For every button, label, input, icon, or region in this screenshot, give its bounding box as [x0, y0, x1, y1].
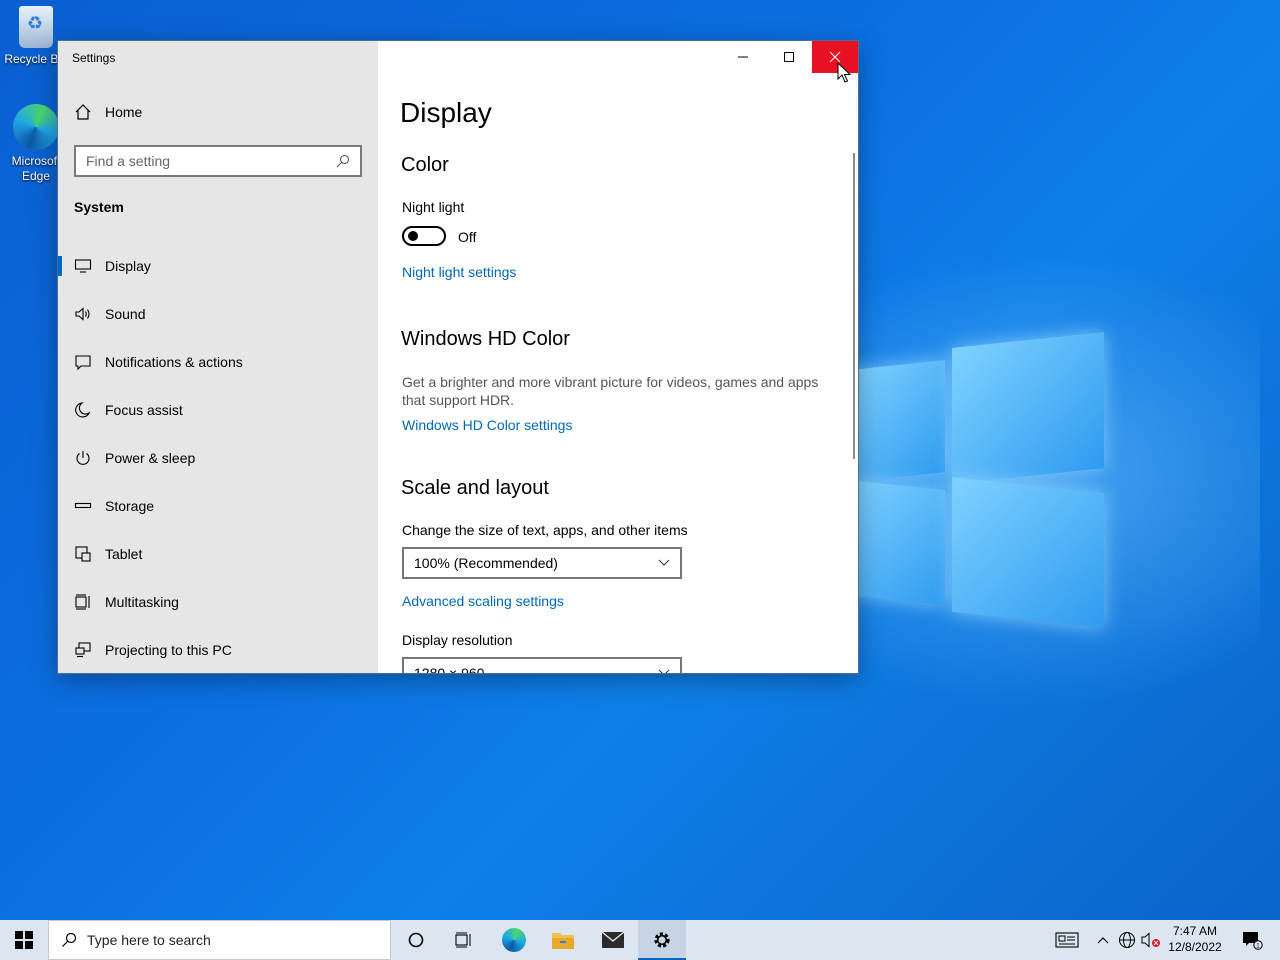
projecting-icon	[75, 642, 91, 658]
advanced-scaling-link[interactable]: Advanced scaling settings	[402, 593, 564, 609]
mail-icon	[601, 931, 625, 948]
multitasking-icon	[75, 594, 90, 610]
news-icon	[1055, 932, 1079, 948]
settings-taskbar-button[interactable]	[638, 920, 686, 960]
hd-color-description: Get a brighter and more vibrant picture …	[402, 374, 819, 408]
storage-icon	[74, 502, 92, 509]
sidebar-item-storage[interactable]: Storage	[58, 482, 378, 530]
sidebar-item-focus-assist[interactable]: Focus assist	[58, 386, 378, 434]
globe-icon	[1119, 932, 1135, 948]
edge-icon	[13, 104, 59, 150]
chevron-up-icon	[1097, 937, 1109, 944]
sidebar-item-label: Sound	[105, 306, 146, 322]
gear-icon	[654, 932, 670, 948]
task-view-icon	[455, 932, 471, 948]
sidebar-item-label: Notifications & actions	[105, 354, 243, 370]
taskbar: Type here to search 7:47 AM 12/8/2022 1	[0, 920, 1280, 960]
scrollbar[interactable]	[853, 153, 855, 459]
scale-dropdown[interactable]: 100% (Recommended)	[402, 547, 682, 579]
scale-label: Change the size of text, apps, and other…	[402, 522, 688, 538]
sidebar-item-notifications[interactable]: Notifications & actions	[58, 338, 378, 386]
home-nav-item[interactable]: Home	[74, 103, 142, 121]
moon-icon	[75, 402, 91, 418]
home-label: Home	[105, 104, 143, 120]
search-placeholder: Find a setting	[86, 153, 171, 169]
sidebar-item-multitasking[interactable]: Multitasking	[58, 578, 378, 626]
search-icon	[336, 154, 350, 168]
sidebar-item-label: Multitasking	[105, 594, 179, 610]
clock-time: 7:47 AM	[1172, 924, 1218, 938]
task-view-button[interactable]	[440, 920, 488, 960]
page-title: Display	[400, 97, 492, 128]
color-heading: Color	[401, 154, 449, 176]
sidebar-item-sound[interactable]: Sound	[58, 290, 378, 338]
start-button[interactable]	[0, 920, 48, 960]
scale-layout-heading: Scale and layout	[401, 477, 549, 499]
notification-icon: 1	[1243, 932, 1263, 950]
hd-color-heading: Windows HD Color	[401, 328, 570, 350]
sidebar-item-label: Projecting to this PC	[105, 642, 232, 658]
folder-icon	[552, 933, 574, 949]
sidebar-nav: Display Sound Notifications & actions Fo…	[58, 242, 378, 673]
resolution-label: Display resolution	[402, 632, 513, 648]
cortana-icon	[408, 932, 424, 948]
settings-sidebar: Settings Home Find a setting System Disp…	[58, 41, 378, 673]
taskbar-clock[interactable]: 7:47 AM 12/8/2022	[1164, 923, 1226, 955]
news-widget-button[interactable]	[1050, 920, 1084, 960]
sidebar-item-display[interactable]: Display	[58, 242, 378, 290]
message-icon	[75, 355, 91, 371]
mail-button[interactable]	[589, 920, 637, 960]
sidebar-item-label: Focus assist	[105, 402, 183, 418]
resolution-dropdown[interactable]: 1280 × 960	[402, 657, 682, 673]
resolution-value: 1280 × 960	[414, 665, 485, 673]
taskbar-search-box[interactable]: Type here to search	[48, 920, 391, 960]
night-light-state: Off	[458, 229, 477, 245]
recycle-bin-icon	[19, 6, 53, 48]
window-title: Settings	[72, 51, 116, 65]
maximize-button[interactable]	[766, 41, 812, 73]
taskbar-search-placeholder: Type here to search	[87, 932, 211, 948]
speaker-muted-icon	[1141, 932, 1160, 948]
monitor-icon	[74, 259, 92, 273]
windows-start-icon	[15, 931, 33, 949]
minimize-button[interactable]	[720, 41, 766, 73]
toggle-knob	[408, 231, 418, 241]
sidebar-item-label: Display	[105, 258, 151, 274]
action-center-button[interactable]: 1	[1232, 920, 1272, 960]
sidebar-item-label: Storage	[105, 498, 155, 514]
edge-icon	[502, 928, 526, 952]
maximize-icon	[784, 52, 794, 62]
find-setting-input[interactable]: Find a setting	[74, 145, 362, 177]
file-explorer-button[interactable]	[539, 920, 587, 960]
show-hidden-icons-button[interactable]	[1092, 920, 1114, 960]
chevron-down-icon	[658, 559, 670, 566]
volume-button[interactable]	[1139, 920, 1163, 960]
settings-content: Display Color Night light Off Night ligh…	[378, 41, 858, 673]
network-button[interactable]	[1116, 920, 1138, 960]
speaker-icon	[75, 307, 90, 321]
sidebar-item-label: Tablet	[105, 546, 143, 562]
night-light-settings-link[interactable]: Night light settings	[402, 264, 516, 280]
section-heading: System	[74, 199, 124, 215]
night-light-toggle[interactable]	[402, 226, 446, 246]
clock-date: 12/8/2022	[1168, 940, 1222, 954]
night-light-label: Night light	[402, 199, 465, 215]
sidebar-item-tablet[interactable]: Tablet	[58, 530, 378, 578]
search-icon	[62, 932, 77, 947]
close-button[interactable]	[812, 41, 858, 73]
sidebar-item-label: Power & sleep	[105, 450, 196, 466]
settings-window: Settings Home Find a setting System Disp…	[58, 41, 858, 673]
sidebar-item-projecting[interactable]: Projecting to this PC	[58, 626, 378, 673]
scale-value: 100% (Recommended)	[414, 555, 558, 571]
cortana-button[interactable]	[392, 920, 440, 960]
tablet-icon	[75, 546, 91, 562]
minimize-icon	[738, 56, 748, 58]
edge-taskbar-button[interactable]	[490, 920, 538, 960]
mouse-cursor-icon	[837, 62, 851, 83]
sidebar-item-power-sleep[interactable]: Power & sleep	[58, 434, 378, 482]
home-icon	[75, 104, 91, 120]
hd-color-settings-link[interactable]: Windows HD Color settings	[402, 417, 572, 433]
chevron-down-icon	[658, 669, 670, 673]
power-icon	[76, 451, 90, 465]
